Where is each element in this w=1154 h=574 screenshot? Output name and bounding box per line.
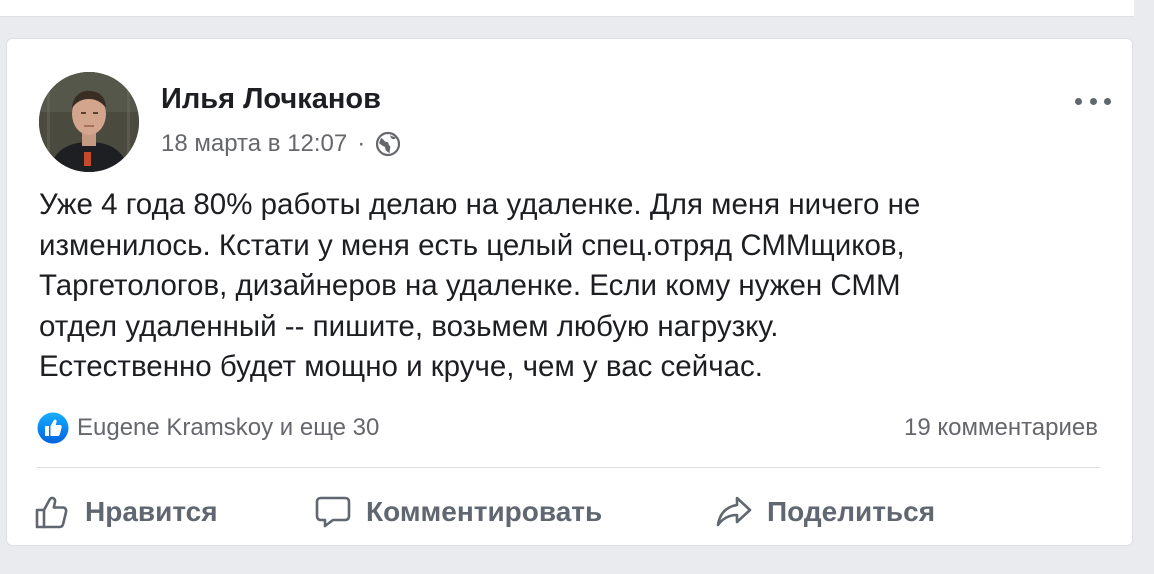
avatar[interactable] xyxy=(39,72,139,172)
like-reaction-icon xyxy=(37,412,69,444)
comment-button[interactable]: Комментировать xyxy=(314,487,602,537)
post-text-line: изменилось. Кстати у меня есть целый спе… xyxy=(39,228,905,262)
previous-post-card xyxy=(0,0,1134,17)
post-text-line: Таргетологов, дизайнеров на удаленке. Ес… xyxy=(39,269,901,302)
divider xyxy=(37,467,1100,468)
meta-separator: · xyxy=(357,130,366,157)
more-options-icon[interactable] xyxy=(1075,95,1111,107)
more-dot xyxy=(1104,97,1111,105)
like-button[interactable]: Нравится xyxy=(33,487,218,537)
comment-button-label: Комментировать xyxy=(366,496,603,527)
thumbs-up-icon xyxy=(35,496,68,529)
comments-count[interactable]: 19 комментариев xyxy=(904,414,1098,442)
reactions-summary[interactable]: Eugene Kramskoy и еще 30 xyxy=(37,412,379,444)
comment-icon xyxy=(315,496,351,528)
action-bar: Нравится Комментировать Поделиться xyxy=(7,487,1132,537)
author-name[interactable]: Илья Лочканов xyxy=(161,83,381,116)
post-text-line: Естественно будет мощно и круче, чем у в… xyxy=(39,350,763,383)
share-icon xyxy=(716,496,752,527)
post-text: Уже 4 года 80% работы делаю на удаленке.… xyxy=(39,185,1109,388)
more-dot xyxy=(1075,97,1082,105)
share-button[interactable]: Поделиться xyxy=(715,487,935,537)
post-meta: 18 марта в 12:07 · xyxy=(161,130,401,158)
post-timestamp[interactable]: 18 марта в 12:07 xyxy=(161,130,347,158)
post-text-line: отдел удаленный -- пишите, возьмем любую… xyxy=(39,309,779,343)
more-dot xyxy=(1089,97,1097,105)
post-text-line: Уже 4 года 80% работы делаю на удаленке.… xyxy=(39,188,921,221)
post-card: Илья Лочканов 18 марта в 12:07 · Уже 4 г… xyxy=(6,38,1133,546)
globe-icon[interactable] xyxy=(375,131,401,157)
like-button-label: Нравится xyxy=(85,496,218,527)
reactions-text[interactable]: Eugene Kramskoy и еще 30 xyxy=(77,414,379,442)
share-button-label: Поделиться xyxy=(767,496,936,527)
